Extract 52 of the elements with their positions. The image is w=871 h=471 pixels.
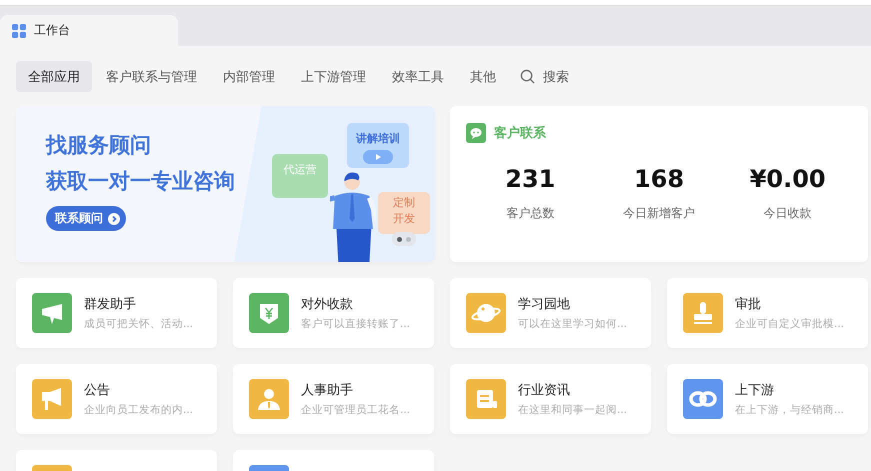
contact-advisor-button[interactable]: 联系顾问 [46,206,126,231]
chat-bubble-icon [466,123,486,143]
app-title: 行业资讯 [518,382,571,399]
app-title: 人事助手 [301,382,354,399]
app-description: 成员可把关怀、活动... [84,317,194,331]
grid-icon [12,24,26,38]
category-tab[interactable]: 客户联系与管理 [94,61,209,92]
stat-value: ¥0.00 [750,165,826,193]
app-title: 群发助手 [84,296,137,313]
play-icon [363,150,393,164]
chevron-icon [108,212,120,224]
app-card[interactable]: 行业资讯 在这里和同事一起阅... [450,364,651,434]
app-card[interactable]: 公告 企业向员工发布的内... [16,364,217,434]
app-description: 企业可自定义审批模... [735,317,844,331]
category-tab[interactable]: 效率工具 [380,61,456,92]
service-tag: 讲解培训 [347,123,409,168]
card-title: 客户联系 [494,124,546,142]
search-button[interactable]: 搜索 [510,61,579,92]
app-description: 客户可以直接转账了... [301,317,410,331]
app-description: 可以在这里学习如何... [518,317,628,331]
app-title: 上下游 [735,382,775,399]
app-card[interactable]: 群发助手 成员可把关怀、活动... [16,278,217,348]
stat-label: 今日新增客户 [623,205,695,222]
app-card[interactable]: 上下游 在上下游，与经销商... [667,364,868,434]
workbench-tab[interactable]: 工作台 [0,15,178,46]
app-card[interactable]: 人事助手 企业可管理员工花名... [233,364,434,434]
stat-label: 客户总数 [506,205,554,222]
category-tab[interactable]: 内部管理 [211,61,287,92]
search-icon [520,69,535,84]
category-tab[interactable]: 全部应用 [16,61,92,92]
app-description: 在这里和同事一起阅... [518,403,628,417]
app-description: 企业可管理员工花名... [301,403,410,417]
app-title: 审批 [735,296,762,313]
app-card[interactable]: 审批 企业可自定义审批模... [667,278,868,348]
stat-value: 168 [634,165,684,193]
app-description: 企业向员工发布的内... [84,403,194,417]
category-tab[interactable]: 上下游管理 [289,61,378,92]
category-tab[interactable]: 其他 [458,61,508,92]
app-title: 学习园地 [518,296,571,313]
service-tag: 代运营 [272,154,328,198]
stat-label: 今日收款 [764,205,812,222]
service-tag: 定制 开发 [378,192,430,234]
app-card[interactable]: 对外收款 客户可以直接转账了... [233,278,434,348]
banner-headline: 找服务顾问 [46,132,152,159]
app-description: 在上下游，与经销商... [735,403,844,417]
app-card[interactable]: 学习园地 可以在这里学习如何... [450,278,651,348]
stat-value: 231 [505,165,556,193]
app-title: 对外收款 [301,296,354,313]
carousel-dot[interactable] [397,236,402,242]
banner-headline: 获取一对一专业咨询 [46,168,236,195]
carousel-dot[interactable] [406,236,411,242]
app-title: 公告 [84,382,111,399]
